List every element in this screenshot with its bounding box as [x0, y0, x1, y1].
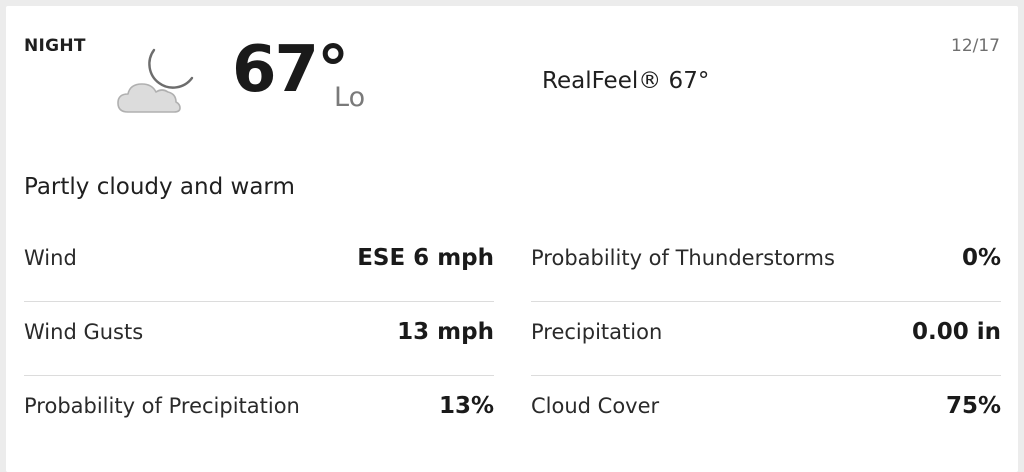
temperature-low-label: Lo — [334, 82, 366, 113]
detail-value: 0% — [961, 245, 1001, 271]
detail-value: 13 mph — [397, 319, 494, 345]
detail-row-wind-gusts: Wind Gusts 13 mph — [24, 302, 494, 376]
period-label: NIGHT — [24, 36, 86, 56]
details-right-column: Probability of Thunderstorms 0% Precipit… — [531, 228, 1001, 450]
details-left-column: Wind ESE 6 mph Wind Gusts 13 mph Probabi… — [24, 228, 494, 450]
realfeel-value: RealFeel® 67° — [542, 68, 710, 94]
detail-row-precipitation: Precipitation 0.00 in — [531, 302, 1001, 376]
detail-label: Wind — [24, 246, 77, 270]
detail-value: 75% — [945, 393, 1001, 419]
detail-value: 13% — [438, 393, 494, 419]
forecast-date: 12/17 — [951, 36, 1000, 56]
detail-label: Wind Gusts — [24, 320, 144, 344]
detail-value: ESE 6 mph — [357, 245, 494, 271]
detail-label: Precipitation — [531, 320, 663, 344]
detail-label: Probability of Precipitation — [24, 394, 300, 418]
temperature-value: 67° — [232, 33, 349, 107]
forecast-card: NIGHT 12/17 67° Lo RealFeel® 67° Partly … — [6, 6, 1018, 472]
detail-value: 0.00 in — [911, 319, 1001, 345]
forecast-phrase: Partly cloudy and warm — [24, 174, 295, 200]
detail-label: Probability of Thunderstorms — [531, 246, 835, 270]
detail-row-cloud-cover: Cloud Cover 75% — [531, 376, 1001, 450]
detail-row-wind: Wind ESE 6 mph — [24, 228, 494, 302]
partly-cloudy-night-icon — [117, 48, 194, 113]
detail-row-precip-probability: Probability of Precipitation 13% — [24, 376, 494, 450]
detail-label: Cloud Cover — [531, 394, 660, 418]
detail-row-thunderstorm-probability: Probability of Thunderstorms 0% — [531, 228, 1001, 302]
